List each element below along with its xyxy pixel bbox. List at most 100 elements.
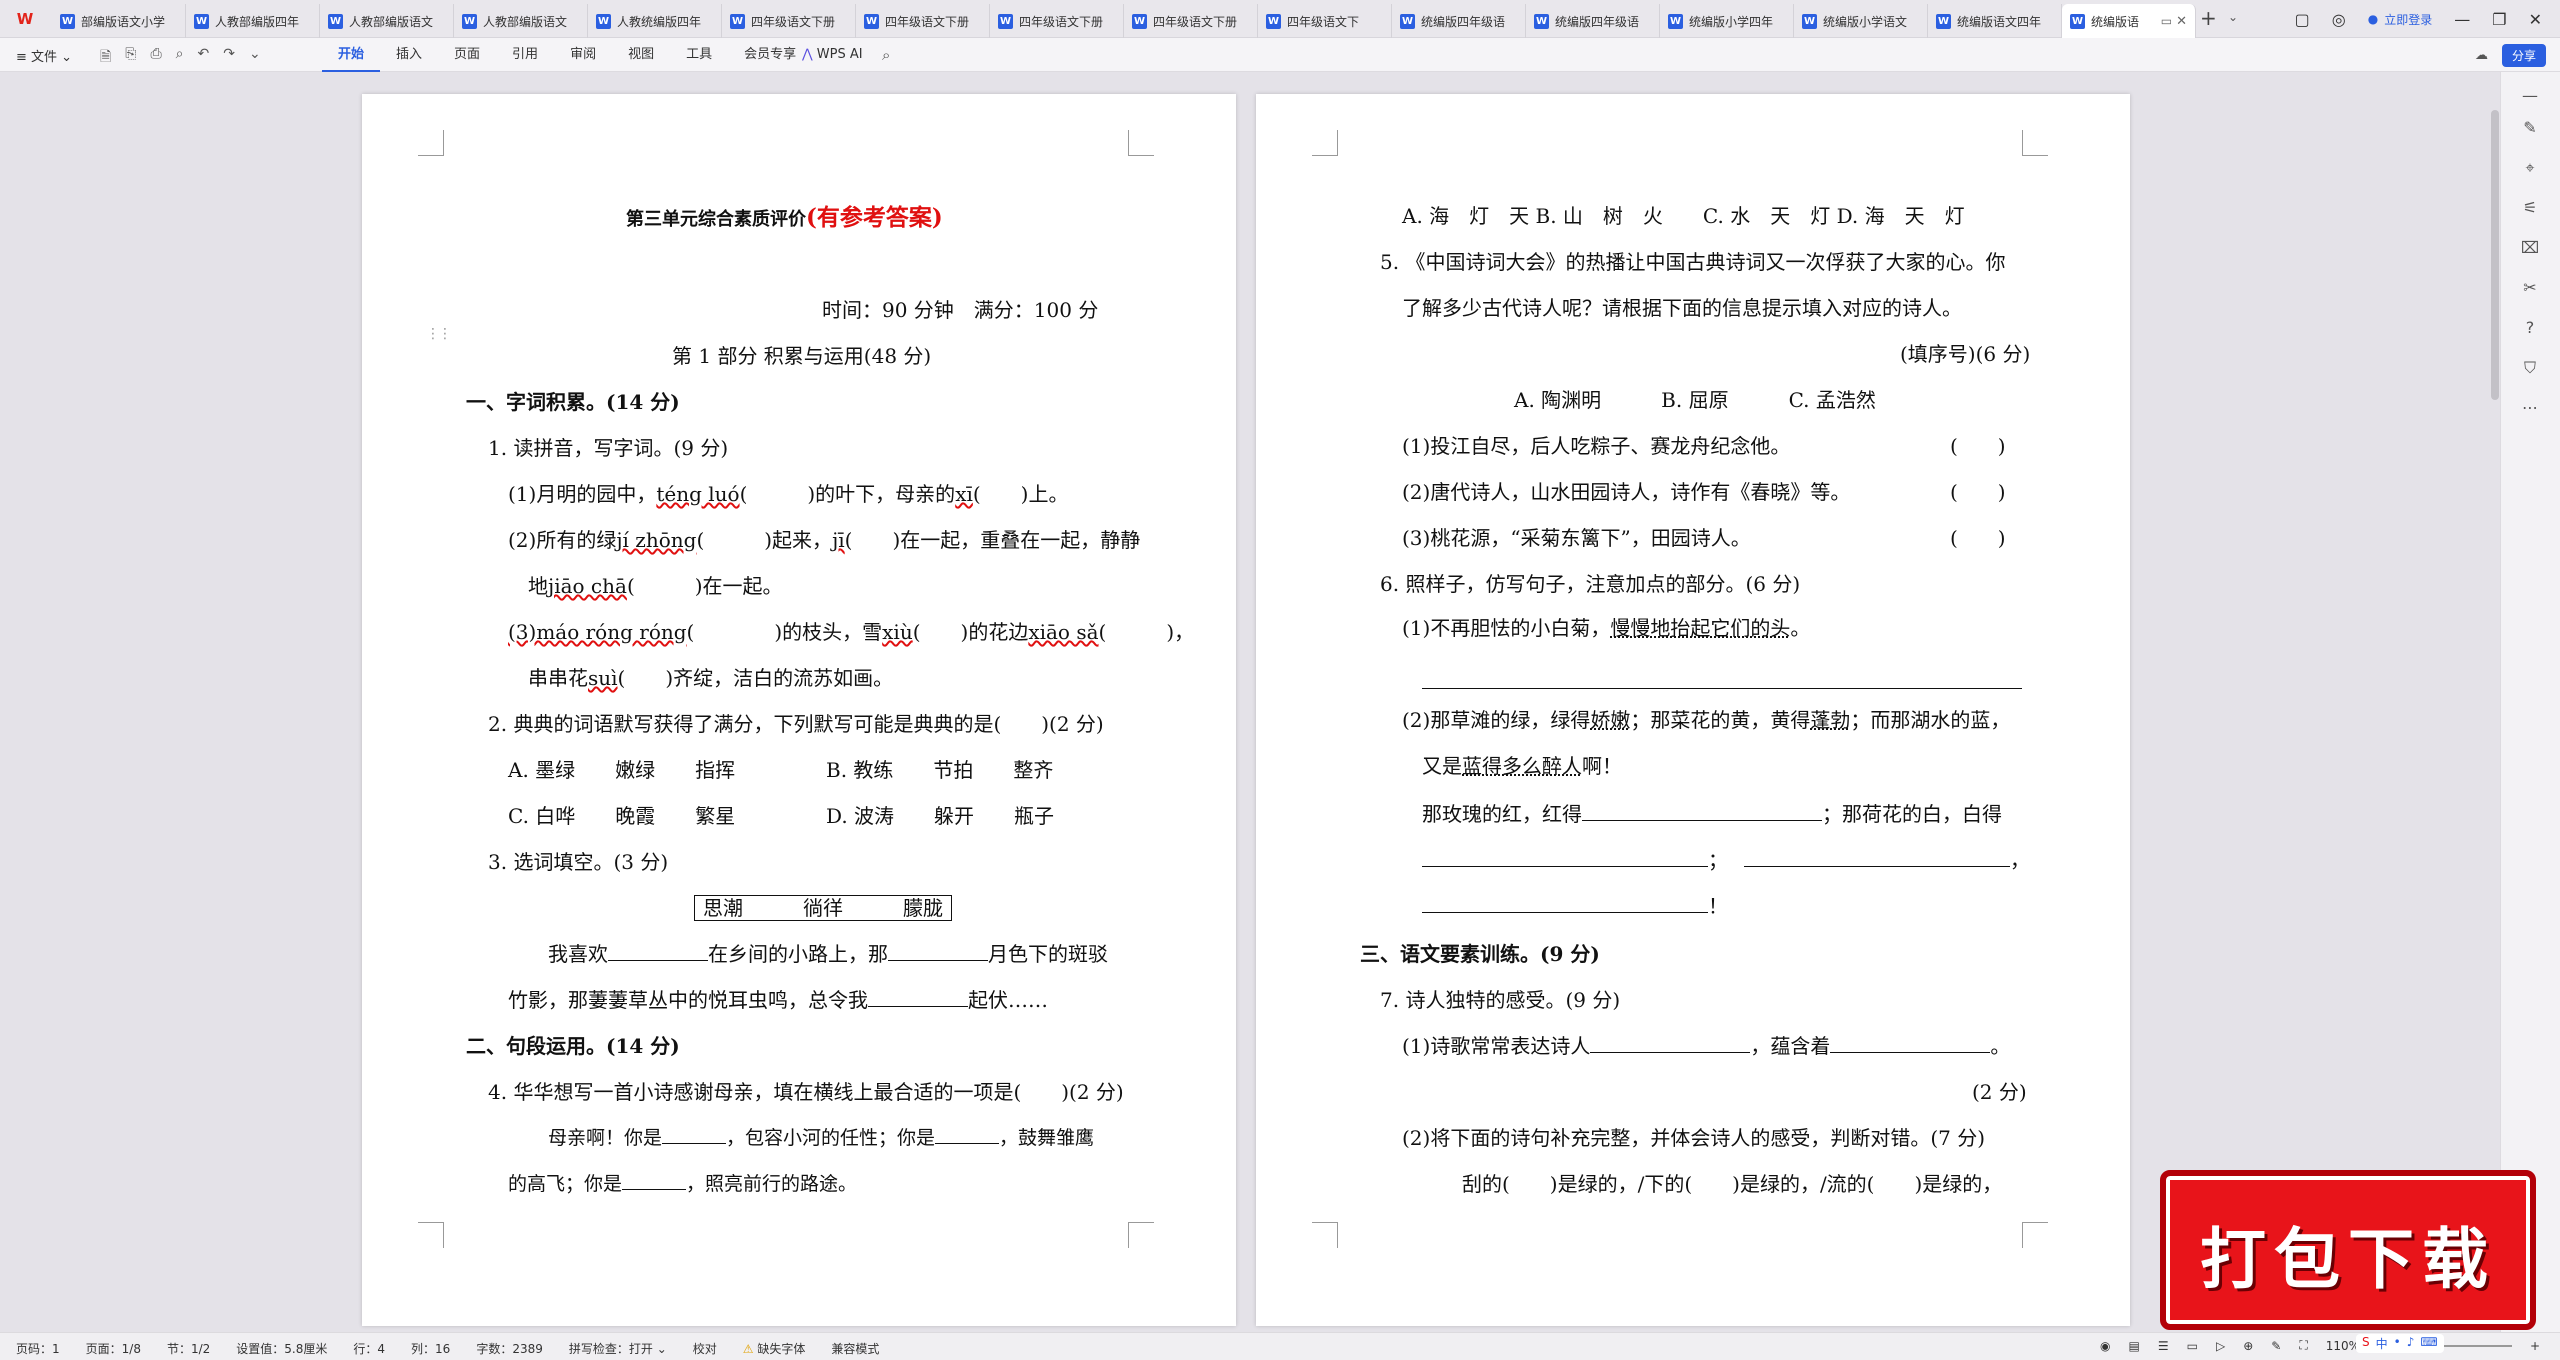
select-cursor-icon[interactable]: ⌖ (2518, 158, 2542, 178)
close-window-icon[interactable]: ✕ (2529, 10, 2542, 29)
read-mode-icon[interactable]: ▭ (2187, 1339, 2198, 1353)
ime-toolbar[interactable]: S 中 • ♪ ⌨ (2356, 1334, 2444, 1353)
menu-tab[interactable]: 页面 (438, 38, 496, 72)
ime-mic-icon[interactable]: ♪ (2407, 1335, 2415, 1352)
document-tab[interactable]: W 四年级语文下册 (990, 4, 1124, 38)
zoom-in-icon[interactable]: + (2530, 1339, 2540, 1353)
status-section[interactable]: 节：1/2 (167, 1340, 210, 1357)
quick-access-toolbar: 🗎 ⎘ ⎙ ⌕ ↶ ↷ ⌄ (100, 46, 261, 70)
menu-tab[interactable]: 会员专享 (728, 38, 812, 72)
menu-tab[interactable]: 审阅 (554, 38, 612, 72)
print-preview-icon[interactable]: ⌕ (176, 46, 184, 70)
status-pages[interactable]: 页面：1/8 (86, 1340, 141, 1357)
document-tab[interactable]: W 四年级语文下册 (722, 4, 856, 38)
scrollbar-thumb[interactable] (2491, 110, 2499, 400)
wps-logo-icon[interactable]: W (10, 8, 40, 30)
file-menu[interactable]: ≡ 文件 ⌄ (16, 46, 72, 65)
document-page-2[interactable]: A. 海 灯 天 B. 山 树 火 C. 水 天 灯 D. 海 天 灯 5. 《… (1256, 94, 2130, 1326)
redo-icon[interactable]: ↷ (223, 46, 235, 70)
outline-view-icon[interactable]: ☰ (2158, 1339, 2169, 1353)
menu-tab[interactable]: 引用 (496, 38, 554, 72)
collapse-icon[interactable]: — (2518, 86, 2542, 105)
restore-icon[interactable]: ❐ (2492, 10, 2506, 29)
document-tab[interactable]: W 人教部编版语文 (454, 4, 588, 38)
format-painter-icon[interactable]: ⌧ (2518, 238, 2542, 257)
document-tab[interactable]: W 统编版四年级语 (1526, 4, 1660, 38)
status-missing-font[interactable]: ⚠ 缺失字体 (743, 1340, 806, 1357)
backup-icon[interactable]: ⛉ (2518, 358, 2542, 378)
user-avatar-icon: ● (2367, 12, 2379, 26)
fit-page-icon[interactable]: ⛶ (2299, 1338, 2307, 1353)
wps-doc-icon: W (998, 13, 1013, 29)
document-tab[interactable]: W 统编版小学语文 (1794, 4, 1928, 38)
document-tab[interactable]: W 人教部编版四年 (186, 4, 320, 38)
page-view-icon[interactable]: ▤ (2129, 1339, 2140, 1353)
search-icon[interactable]: ⌕ (882, 46, 890, 64)
minimize-icon[interactable]: — (2454, 10, 2470, 29)
undo-icon[interactable]: ↶ (198, 46, 210, 70)
document-tab[interactable]: W 四年级语文下 (1258, 4, 1392, 38)
q5-answer-1[interactable]: ( ) (1950, 432, 2006, 460)
tab-list-chevron-icon[interactable]: ⌄ (2228, 10, 2238, 24)
export-pdf-icon[interactable]: ⎘ (125, 46, 136, 70)
login-button[interactable]: ● 立即登录 (2368, 11, 2433, 28)
document-tab[interactable]: W 统编版语文四年 (1928, 4, 2062, 38)
more-tools-icon[interactable]: ⋯ (2518, 398, 2542, 417)
answer-line[interactable] (1422, 688, 2022, 689)
wps-doc-icon: W (2070, 13, 2085, 29)
document-tab[interactable]: W 四年级语文下册 (856, 4, 990, 38)
status-spell-check[interactable]: 拼写检查：打开 ⌄ (569, 1340, 667, 1357)
adjust-icon[interactable]: ⚟ (2518, 198, 2542, 217)
q6-example-1: (1)不再胆怯的小白菊，慢慢地抬起它们的头。 (1402, 616, 1811, 640)
question-7: 7. 诗人独特的感受。(9 分) (1380, 988, 1621, 1012)
play-icon[interactable]: ▷ (2216, 1339, 2225, 1353)
status-row[interactable]: 行：4 (353, 1340, 385, 1357)
menu-tab[interactable]: 插入 (380, 38, 438, 72)
write-mode-icon[interactable]: ✎ (2271, 1339, 2281, 1353)
new-tab-plus-icon[interactable]: + (2200, 8, 2217, 28)
document-page-1[interactable]: ⋮⋮ 第三单元综合素质评价(有参考答案) 时间：90 分钟 满分：100 分 第… (362, 94, 1236, 1326)
skin-icon[interactable]: ◎ (2332, 10, 2346, 29)
paragraph-drag-handle-icon[interactable]: ⋮⋮ (426, 326, 452, 342)
menu-tab[interactable]: 视图 (612, 38, 670, 72)
share-button[interactable]: 分享 (2501, 44, 2546, 67)
download-banner[interactable]: 打包下载 (2160, 1170, 2536, 1330)
status-word-count[interactable]: 字数：2389 (476, 1340, 543, 1357)
wps-ai-button[interactable]: ⋀ WPS AI (802, 38, 863, 72)
ime-mode-icon[interactable]: 中 (2376, 1335, 2388, 1352)
menu-tab[interactable]: 工具 (670, 38, 728, 72)
status-col[interactable]: 列：16 (411, 1340, 450, 1357)
tab-title: 统编版语文四年 (1957, 14, 2042, 29)
document-canvas: ⋮⋮ 第三单元综合素质评价(有参考答案) 时间：90 分钟 满分：100 分 第… (0, 72, 2500, 1332)
ime-punct-icon[interactable]: • (2394, 1335, 2401, 1352)
status-proofread[interactable]: 校对 (693, 1340, 717, 1357)
document-tab[interactable]: W 人教统编版四年 (588, 4, 722, 38)
document-tab[interactable]: W 四年级语文下册 (1124, 4, 1258, 38)
quick-more-chevron-icon[interactable]: ⌄ (249, 46, 261, 70)
ime-keyboard-icon[interactable]: ⌨ (2420, 1335, 2437, 1352)
document-tab[interactable]: W 人教部编版语文 (320, 4, 454, 38)
eye-protect-icon[interactable]: ◉ (2100, 1339, 2110, 1353)
q5-answer-3[interactable]: ( ) (1950, 524, 2006, 552)
status-page-number[interactable]: 页码：1 (16, 1340, 60, 1357)
status-position[interactable]: 设置值：5.8厘米 (236, 1340, 327, 1357)
window-layout-icon[interactable]: ▢ (2295, 10, 2310, 29)
cloud-sync-icon[interactable]: ☁ (2475, 48, 2488, 63)
document-tab[interactable]: W 部编版语文小学 (52, 4, 186, 38)
web-view-icon[interactable]: ⊕ (2243, 1339, 2253, 1353)
file-menu-label: 文件 (31, 50, 58, 65)
tools-icon[interactable]: ✂ (2518, 278, 2542, 297)
tab-monitor-icon[interactable]: ▭ (2161, 14, 2172, 28)
q5-answer-2[interactable]: ( ) (1950, 478, 2006, 506)
question-4: 4. 华华想写一首小诗感谢母亲，填在横线上最合适的一项是( )(2 分) (488, 1080, 1124, 1104)
help-icon[interactable]: ? (2518, 318, 2542, 337)
document-tab[interactable]: W 统编版小学四年 (1660, 4, 1794, 38)
save-icon[interactable]: 🗎 (100, 46, 111, 70)
document-tab[interactable]: W 统编版四年级语 (1392, 4, 1526, 38)
close-tab-icon[interactable]: ✕ (2176, 14, 2187, 29)
document-tab[interactable]: W 统编版语 ▭ ✕ (2062, 4, 2196, 38)
pen-icon[interactable]: ✎ (2518, 118, 2542, 137)
wps-doc-icon: W (1534, 13, 1549, 29)
menu-tab[interactable]: 开始 (322, 38, 381, 72)
print-icon[interactable]: ⎙ (150, 46, 161, 70)
